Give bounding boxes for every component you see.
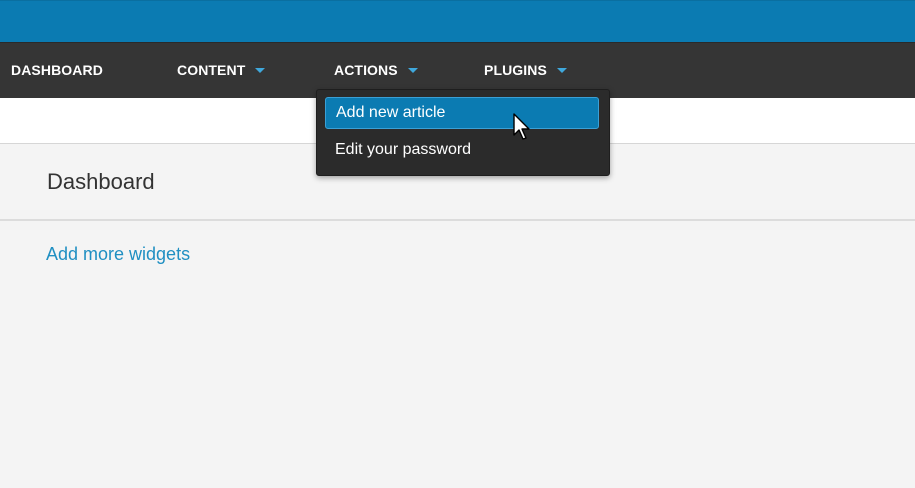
- nav-item-content[interactable]: CONTENT: [177, 43, 266, 98]
- caret-down-icon: [556, 67, 567, 73]
- menu-item-edit-your-password-label: Edit your password: [335, 141, 472, 158]
- top-header-bar: [0, 0, 915, 42]
- nav-item-dashboard-label: DASHBOARD: [11, 62, 103, 78]
- caret-down-icon: [407, 67, 418, 73]
- caret-down-icon: [255, 67, 266, 73]
- menu-item-edit-your-password[interactable]: Edit your password: [325, 134, 599, 166]
- nav-item-plugins-label: PLUGINS: [484, 62, 547, 78]
- nav-item-dashboard[interactable]: DASHBOARD: [11, 43, 103, 98]
- menu-item-add-new-article[interactable]: Add new article: [325, 97, 599, 129]
- nav-item-actions-label: ACTIONS: [334, 62, 398, 78]
- add-more-widgets-link[interactable]: Add more widgets: [46, 244, 190, 265]
- actions-dropdown-menu: Add new article Edit your password: [316, 89, 610, 176]
- page-title: Dashboard: [47, 169, 155, 194]
- nav-item-content-label: CONTENT: [177, 62, 246, 78]
- menu-item-add-new-article-label: Add new article: [336, 104, 446, 121]
